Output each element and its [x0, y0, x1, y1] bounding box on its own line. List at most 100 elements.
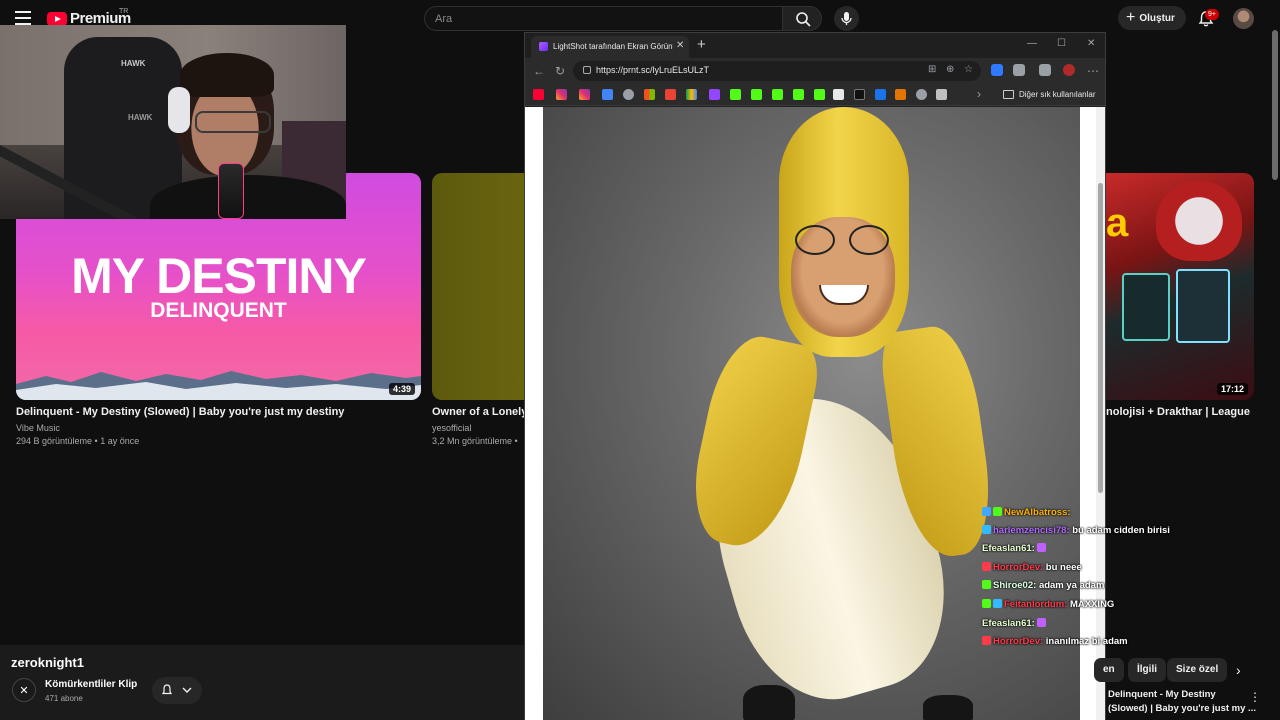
- more-options-icon[interactable]: ⋮: [1249, 690, 1261, 704]
- thumbnail-letter: a: [1106, 201, 1129, 245]
- chip-for-you[interactable]: Size özel: [1167, 658, 1228, 682]
- thumbnail-title-text: MY DESTINY: [71, 248, 367, 304]
- microsoft-bookmark-icon[interactable]: [644, 89, 655, 100]
- translate-bookmark-icon[interactable]: [602, 89, 613, 100]
- chip-filter[interactable]: en: [1094, 658, 1124, 682]
- channel-panel: zeroknight1 ✕ Kömürkentliler Klip 471 ab…: [0, 645, 525, 720]
- thumbnail-subtitle-text: DELINQUENT: [150, 299, 287, 322]
- video-duration: 17:12: [1216, 383, 1248, 395]
- chat-message: Efeaslan61:: [982, 543, 1048, 557]
- back-icon[interactable]: ←: [533, 64, 545, 78]
- headset-icon: [168, 87, 190, 133]
- shoe: [743, 685, 795, 720]
- extension-icon[interactable]: [991, 64, 1003, 76]
- twitch-bookmark-icon[interactable]: [709, 89, 720, 100]
- url-input[interactable]: https://prnt.sc/lyLruELsULzT ⊞ ⊕ ☆: [573, 61, 981, 81]
- kick-bookmark-icon[interactable]: [814, 89, 825, 100]
- chair-logo-text: HAWK: [121, 59, 146, 68]
- page-scrollbar-thumb[interactable]: [1272, 30, 1278, 180]
- scrollbar-thumb[interactable]: [1098, 183, 1103, 493]
- more-bookmarks-icon[interactable]: ›: [977, 87, 981, 101]
- zoom-icon[interactable]: ⊕: [946, 64, 954, 75]
- extension-icon[interactable]: [1039, 64, 1051, 76]
- kick-bookmark-icon[interactable]: [751, 89, 762, 100]
- other-bookmarks-label[interactable]: Diğer sık kullanılanlar: [1019, 90, 1095, 99]
- more-menu-icon[interactable]: ⋯: [1087, 64, 1099, 78]
- chat-username: Shiroe02:: [993, 580, 1037, 591]
- webcam-overlay: HAWK HAWK: [0, 25, 346, 219]
- bookmark-star-icon[interactable]: ☆: [964, 64, 973, 75]
- video-title[interactable]: Owner of a Lonely: [432, 406, 527, 418]
- video-channel[interactable]: yesofficial: [432, 423, 471, 433]
- plus-icon: +: [1126, 9, 1136, 26]
- bookmark-icon[interactable]: [875, 89, 886, 100]
- tab-lightshot[interactable]: LightShot tarafından Ekran Görüntüsü ✕: [531, 36, 689, 58]
- search-input[interactable]: Ara: [424, 6, 782, 31]
- chat-text: adam ya adam: [1038, 580, 1105, 591]
- bookmark-icon[interactable]: [936, 89, 947, 100]
- instagram-bookmark-icon[interactable]: [556, 89, 567, 100]
- chip-related[interactable]: İlgili: [1128, 658, 1166, 682]
- reload-icon[interactable]: ↻: [555, 64, 565, 78]
- gmail-bookmark-icon[interactable]: [665, 89, 676, 100]
- hamburger-menu-icon[interactable]: [15, 11, 31, 25]
- kick-bookmark-icon[interactable]: [772, 89, 783, 100]
- video-thumbnail-owner-of-a-lonely[interactable]: [432, 173, 532, 400]
- chat-username: Feitanlordum:: [1004, 599, 1068, 610]
- x-bookmark-icon[interactable]: [854, 89, 865, 100]
- globe-bookmark-icon[interactable]: [623, 89, 634, 100]
- maximize-icon[interactable]: ☐: [1057, 38, 1066, 49]
- item-card-image: [1122, 273, 1170, 341]
- browser-window: LightShot tarafından Ekran Görüntüsü ✕ +…: [524, 32, 1106, 720]
- kick-icon: [982, 599, 991, 608]
- chat-message: Efeaslan61:: [982, 618, 1048, 632]
- related-video-title[interactable]: Delinquent - My Destiny: [1108, 689, 1216, 700]
- chair-logo-text: HAWK: [128, 113, 153, 122]
- kick-icon: [982, 580, 991, 589]
- channel-avatar[interactable]: ✕: [12, 678, 36, 702]
- emote-icon: [1037, 618, 1047, 627]
- kick-bookmark-icon[interactable]: [730, 89, 741, 100]
- video-title[interactable]: Delinquent - My Destiny (Slowed) | Baby …: [16, 406, 344, 418]
- chat-message: Shiroe02: adam ya adam: [982, 580, 1104, 594]
- chat-username: NewAlbatross:: [1004, 507, 1071, 518]
- channel-name[interactable]: Kömürkentliler Klip: [45, 679, 137, 690]
- chat-text: MAXXING: [1069, 599, 1115, 610]
- champion-artwork: [1156, 181, 1242, 261]
- chat-message: HorrorDev: bu neee: [982, 562, 1082, 576]
- anchor-bookmark-icon[interactable]: [833, 89, 844, 100]
- close-tab-icon[interactable]: ✕: [676, 40, 684, 51]
- drive-bookmark-icon[interactable]: [686, 89, 697, 100]
- profile-icon[interactable]: [1063, 64, 1075, 76]
- stream-title: zeroknight1: [11, 655, 84, 670]
- bookmark-icon[interactable]: [895, 89, 906, 100]
- kick-bookmark-icon[interactable]: [793, 89, 804, 100]
- site-info-icon[interactable]: [583, 66, 591, 74]
- video-stats: 294 B görüntüleme • 1 ay önce: [16, 436, 140, 446]
- bookmark-icon[interactable]: [916, 89, 927, 100]
- minimize-icon[interactable]: —: [1027, 38, 1037, 49]
- close-window-icon[interactable]: ✕: [1087, 38, 1095, 49]
- region-code: TR: [119, 8, 129, 15]
- extensions-puzzle-icon[interactable]: [1013, 64, 1025, 76]
- banana-glasses: [795, 225, 891, 255]
- app-available-icon[interactable]: ⊞: [928, 64, 936, 75]
- video-thumbnail-league[interactable]: a 17:12: [1104, 173, 1254, 400]
- create-button[interactable]: + Oluştur: [1118, 6, 1186, 30]
- chat-username: Efeaslan61:: [982, 543, 1035, 554]
- voice-search-button[interactable]: [834, 6, 859, 31]
- chevron-right-icon[interactable]: ›: [1236, 662, 1241, 678]
- microphone-icon: [841, 12, 852, 25]
- chat-text: bu neee: [1045, 562, 1082, 573]
- new-tab-button[interactable]: +: [697, 36, 706, 53]
- kick-icon: [993, 507, 1002, 516]
- subscriber-count: 471 abone: [45, 694, 83, 703]
- user-avatar[interactable]: [1233, 8, 1254, 29]
- youtube-bookmark-icon[interactable]: [533, 89, 544, 100]
- related-video-title-line2[interactable]: (Slowed) | Baby you're just my ...: [1108, 703, 1256, 714]
- video-title[interactable]: nolojisi + Drakthar | League: [1106, 406, 1250, 418]
- video-channel[interactable]: Vibe Music: [16, 423, 60, 433]
- search-button[interactable]: [782, 6, 822, 31]
- instagram-bookmark-icon[interactable]: [579, 89, 590, 100]
- subscribe-bell-button[interactable]: [152, 677, 202, 704]
